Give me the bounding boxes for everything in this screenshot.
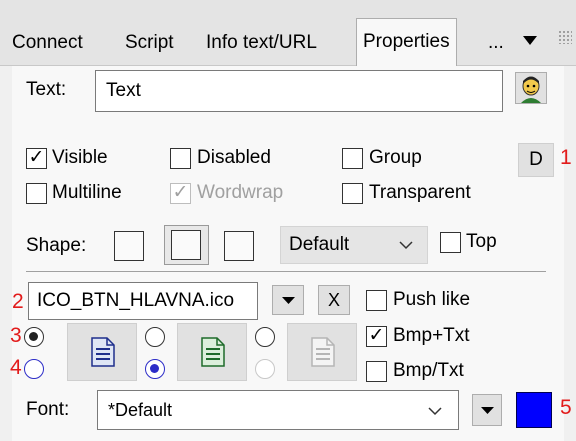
check-icon: ✓ (368, 325, 385, 346)
document-blue-icon (91, 337, 115, 367)
check-icon: ✓ (172, 182, 189, 203)
image-set-3-hover-radio[interactable] (255, 359, 275, 379)
text-label: Text: (26, 79, 67, 100)
document-grey-icon (311, 337, 335, 367)
disabled-checkbox[interactable] (170, 148, 191, 169)
marker-3: 3 (10, 324, 22, 347)
shape-label: Shape: (26, 235, 87, 256)
image-1-button[interactable] (67, 323, 137, 381)
wordwrap-checkbox[interactable]: ✓ (170, 183, 191, 204)
d-button[interactable]: D (518, 143, 554, 177)
multiline-checkbox[interactable] (26, 183, 47, 204)
shape-select-value: Default (289, 234, 350, 255)
push-like-checkbox[interactable] (366, 290, 387, 311)
top-label: Top (466, 231, 497, 252)
font-label: Font: (26, 399, 70, 420)
top-checkbox[interactable] (440, 232, 461, 253)
document-green-icon (201, 337, 225, 367)
image-3-button[interactable] (287, 323, 357, 381)
image-set-1-hover-radio[interactable] (24, 359, 44, 379)
tab-dropdown-arrow-icon[interactable] (523, 36, 537, 46)
marker-2: 2 (12, 290, 24, 313)
shape-raised-option[interactable] (224, 231, 254, 261)
image-set-2-hover-radio[interactable] (145, 359, 165, 379)
visible-checkbox[interactable]: ✓ (26, 148, 47, 169)
clear-icon-button[interactable]: X (318, 285, 350, 315)
tab-connect[interactable]: Connect (12, 20, 83, 66)
tab-strip: Connect Script Info text/URL Properties … (0, 0, 576, 67)
marker-1: 1 (560, 146, 572, 169)
shape-sunken-option[interactable] (164, 225, 209, 265)
font-select-value: *Default (108, 400, 173, 420)
icon-file-input[interactable]: ICO_BTN_HLAVNA.ico (28, 282, 258, 320)
icon-file-dropdown-button[interactable] (272, 285, 304, 315)
icon-file-value: ICO_BTN_HLAVNA.ico (37, 290, 235, 311)
shape-flat-option[interactable] (114, 231, 144, 261)
user-picker-button[interactable] (515, 72, 547, 104)
font-color-swatch[interactable] (516, 392, 552, 428)
text-input-value: Text (106, 80, 141, 101)
bmp-txt-checkbox[interactable]: ✓ (366, 326, 387, 347)
disabled-label: Disabled (197, 147, 271, 168)
radio-dot (29, 332, 38, 341)
image-set-2-normal-radio[interactable] (145, 327, 165, 347)
shape-select[interactable]: Default (280, 226, 428, 264)
wordwrap-label: Wordwrap (197, 182, 284, 203)
check-icon: ✓ (28, 147, 45, 168)
multiline-label: Multiline (52, 182, 122, 203)
font-options-button[interactable] (472, 394, 502, 426)
tab-info-text-url[interactable]: Info text/URL (206, 20, 317, 66)
triangle-down-icon (481, 407, 494, 414)
font-select[interactable]: *Default (97, 390, 459, 430)
text-input[interactable]: Text (95, 70, 503, 112)
transparent-label: Transparent (369, 182, 471, 203)
group-label: Group (369, 147, 422, 168)
image-set-1-normal-radio[interactable] (24, 327, 44, 347)
grip-icon[interactable] (558, 30, 572, 44)
bmp-over-txt-checkbox[interactable] (366, 361, 387, 382)
transparent-checkbox[interactable] (342, 183, 363, 204)
tab-script[interactable]: Script (125, 20, 174, 66)
visible-label: Visible (52, 147, 108, 168)
chevron-down-icon (399, 241, 413, 250)
separator (26, 271, 546, 272)
tab-more[interactable]: ... (488, 20, 504, 66)
user-face-icon (521, 76, 541, 103)
tab-properties[interactable]: Properties (356, 18, 457, 67)
bmp-over-txt-label: Bmp/Txt (393, 360, 464, 381)
radio-dot (150, 364, 159, 373)
image-set-3-normal-radio[interactable] (255, 327, 275, 347)
marker-5: 5 (560, 396, 572, 419)
push-like-label: Push like (393, 289, 471, 310)
chevron-down-icon (428, 407, 442, 416)
shape-sunken-box (171, 230, 201, 260)
group-checkbox[interactable] (342, 148, 363, 169)
image-2-button[interactable] (177, 323, 247, 381)
marker-4: 4 (10, 356, 22, 379)
triangle-down-icon (282, 297, 295, 304)
bmp-txt-label: Bmp+Txt (393, 325, 470, 346)
